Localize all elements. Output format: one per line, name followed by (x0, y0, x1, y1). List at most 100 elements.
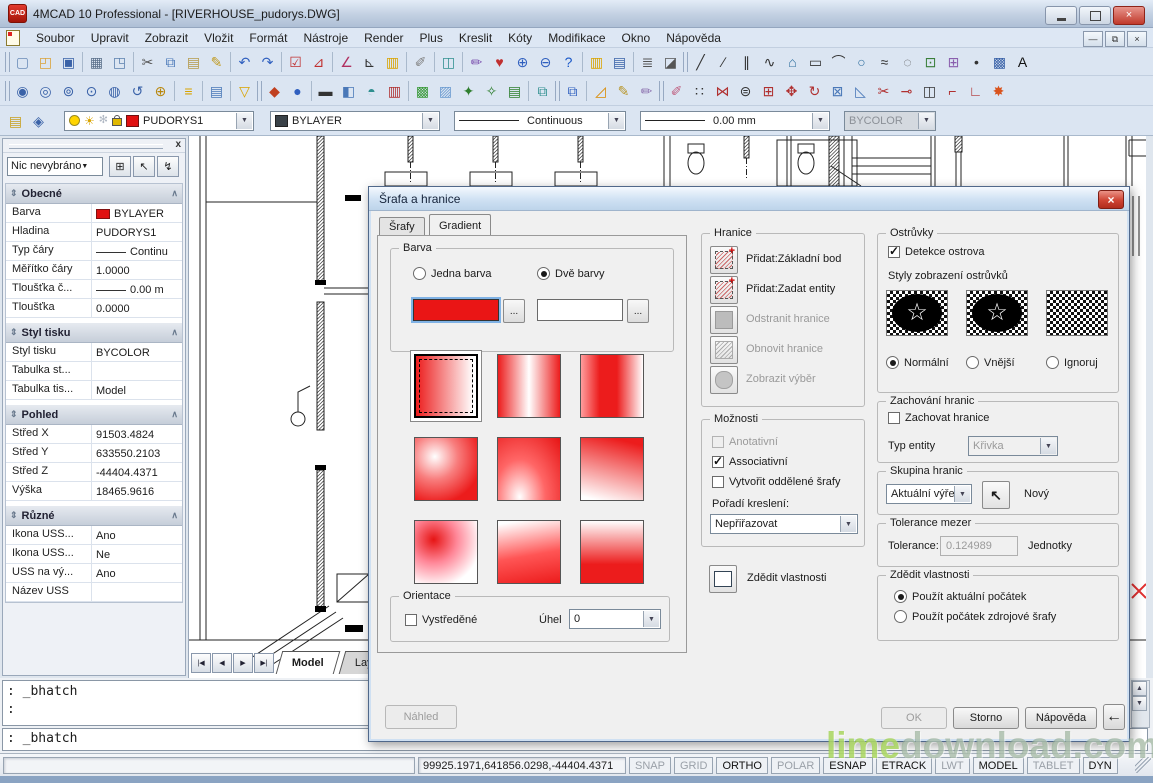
quick-select-icon[interactable]: ↯ (157, 156, 179, 177)
plant-icon[interactable]: ✧ (480, 80, 503, 102)
named-views-icon[interactable]: ◧ (337, 80, 360, 102)
selection-combo-arrow[interactable]: ▼ (81, 163, 88, 170)
window-maximize-button[interactable] (1079, 6, 1111, 25)
trim-icon[interactable]: ✂ (872, 80, 895, 102)
radio-one-color-icon[interactable] (413, 267, 426, 280)
property-row[interactable]: Barva BYLAYER (6, 204, 182, 223)
radio-outer[interactable]: Vnější (966, 356, 1015, 369)
zoom-extents-icon[interactable]: ⊕ (149, 80, 172, 102)
tab-last-icon[interactable]: ▶| (254, 653, 274, 673)
zoom-scale-icon[interactable]: ⊚ (57, 80, 80, 102)
zoom-center-icon[interactable]: ⊙ (80, 80, 103, 102)
window-minimize-button[interactable] (1045, 6, 1077, 25)
section-header-styl-tisku[interactable]: ⇕ Styl tisku ∧ (6, 323, 182, 343)
collapse-icon[interactable]: ∧ (171, 327, 178, 338)
orbit-icon[interactable]: ● (286, 80, 309, 102)
polyline-icon[interactable]: ∿ (758, 51, 781, 73)
centered-checkbox-icon[interactable] (405, 614, 417, 626)
radio-normal-icon[interactable] (886, 356, 899, 369)
section-header-ruzne[interactable]: ⇕ Různé ∧ (6, 506, 182, 526)
gradient-linear[interactable] (414, 354, 478, 418)
redo-icon[interactable]: ↷ (256, 51, 279, 73)
gradient-inverted-cylinder[interactable] (580, 354, 644, 418)
command-scrollbar[interactable]: ▲ ▼ (1131, 680, 1150, 728)
layer-on-icon[interactable] (69, 115, 80, 126)
property-row[interactable]: Styl tisku BYCOLOR (6, 343, 182, 362)
property-row[interactable]: Střed Y 633550.2103 (6, 444, 182, 463)
toolbar-grip[interactable] (256, 80, 263, 102)
property-row[interactable]: Ikona USS... Ano (6, 526, 182, 545)
notes-icon[interactable]: ▤ (503, 80, 526, 102)
properties-icon[interactable]: ▤ (205, 80, 228, 102)
color-one-swatch[interactable] (413, 299, 499, 321)
retain-boundaries-checkbox[interactable]: Zachovat hranice (888, 412, 989, 424)
redline-markup-icon[interactable]: ☑ (284, 51, 307, 73)
break-icon[interactable]: ◫ (918, 80, 941, 102)
palette-close-icon[interactable]: x (175, 139, 181, 150)
scroll-up-icon[interactable]: ▲ (1132, 681, 1147, 696)
radio-ignore-icon[interactable] (1046, 356, 1059, 369)
layer-thaw-icon[interactable]: ☀ (84, 115, 95, 127)
inherit-properties-button[interactable] (709, 565, 737, 593)
lineweight-combo-arrow[interactable]: ▼ (812, 113, 828, 129)
Render[interactable]: Render (356, 29, 411, 47)
gradient-spherical[interactable] (414, 437, 478, 501)
property-row[interactable]: Tloušťka č... 0.00 m (6, 280, 182, 299)
lineweight-combo[interactable]: 0.00 mm ▼ (640, 111, 830, 131)
property-row[interactable]: Tloušťka 0.0000 (6, 299, 182, 318)
copy-entity-icon[interactable]: ∷ (688, 80, 711, 102)
toolbar-grip[interactable] (658, 80, 665, 102)
tab-srafy[interactable]: Šrafy (379, 217, 425, 236)
Zobrazit[interactable]: Zobrazit (137, 29, 196, 47)
rotate-icon[interactable]: ↻ (803, 80, 826, 102)
selection-filter-combo[interactable]: Nic nevybráno ▼ (7, 157, 103, 176)
island-detection-checkbox-icon[interactable] (888, 246, 900, 258)
zoom-in-icon[interactable]: ⊕ (511, 51, 534, 73)
add-select-entities-button[interactable] (710, 276, 738, 304)
property-row[interactable]: Výška 18465.9616 (6, 482, 182, 501)
angle-combo[interactable]: 0 ▼ (569, 609, 661, 629)
undo-icon[interactable]: ↶ (233, 51, 256, 73)
fillet-icon[interactable]: ⌐ (941, 80, 964, 102)
island-style-ignore-preview[interactable] (1046, 290, 1108, 336)
angle-combo-arrow[interactable]: ▼ (643, 611, 659, 627)
section-header-obecne[interactable]: ⇕ Obecné ∧ (6, 184, 182, 204)
Kreslit[interactable]: Kreslit (451, 29, 500, 47)
entity-snap-icon[interactable]: ∠ (335, 51, 358, 73)
tab-prev-icon[interactable]: ◀ (212, 653, 232, 673)
move-icon[interactable]: ✥ (780, 80, 803, 102)
island-style-outer-preview[interactable]: ☆ (966, 290, 1028, 336)
use-source-origin-radio-icon[interactable] (894, 610, 907, 623)
collapse-icon[interactable]: ∧ (171, 409, 178, 420)
separate-hatches-checkbox-icon[interactable] (712, 476, 724, 488)
gradient-hemispherical[interactable] (497, 437, 561, 501)
Formát[interactable]: Formát (241, 29, 295, 47)
tab-first-icon[interactable]: |◀ (191, 653, 211, 673)
radio-two-colors-icon[interactable] (537, 267, 550, 280)
toolbar-grip[interactable] (4, 80, 11, 102)
scroll-down-icon[interactable]: ▼ (1132, 696, 1147, 711)
section-header-pohled[interactable]: ⇕ Pohled ∧ (6, 405, 182, 425)
tab-next-icon[interactable]: ▶ (233, 653, 253, 673)
landscape-image-icon[interactable]: ▩ (411, 80, 434, 102)
chamfer-icon[interactable]: ∟ (964, 80, 987, 102)
scale-icon[interactable]: ◺ (849, 80, 872, 102)
window-close-button[interactable]: × (1113, 6, 1145, 25)
layer-explore-icon[interactable]: ◈ (27, 110, 50, 132)
draw-order-combo[interactable]: Nepřiřazovat ▼ (710, 514, 858, 534)
new-boundary-set-button[interactable]: ↖ (982, 481, 1010, 509)
ucs-icon[interactable]: ⊾ (358, 51, 381, 73)
property-row[interactable]: Typ čáry Continu (6, 242, 182, 261)
publish-icon[interactable]: ▤ (608, 51, 631, 73)
layers-icon[interactable]: ▤ (4, 110, 27, 132)
island-style-normal-preview[interactable]: ☆ (886, 290, 948, 336)
edit-text-icon[interactable]: ✏ (635, 80, 658, 102)
linetype-combo-arrow[interactable]: ▼ (608, 113, 624, 129)
spline-icon[interactable]: ≈ (873, 51, 896, 73)
polygon-icon[interactable]: ⌂ (781, 51, 804, 73)
print-preview-icon[interactable]: ◳ (108, 51, 131, 73)
mdi-restore-icon[interactable]: ⧉ (1105, 31, 1125, 47)
color-two-browse-button[interactable]: ... (627, 299, 649, 323)
Modifikace[interactable]: Modifikace (540, 29, 613, 47)
radio-one-color[interactable]: Jedna barva (413, 267, 492, 280)
